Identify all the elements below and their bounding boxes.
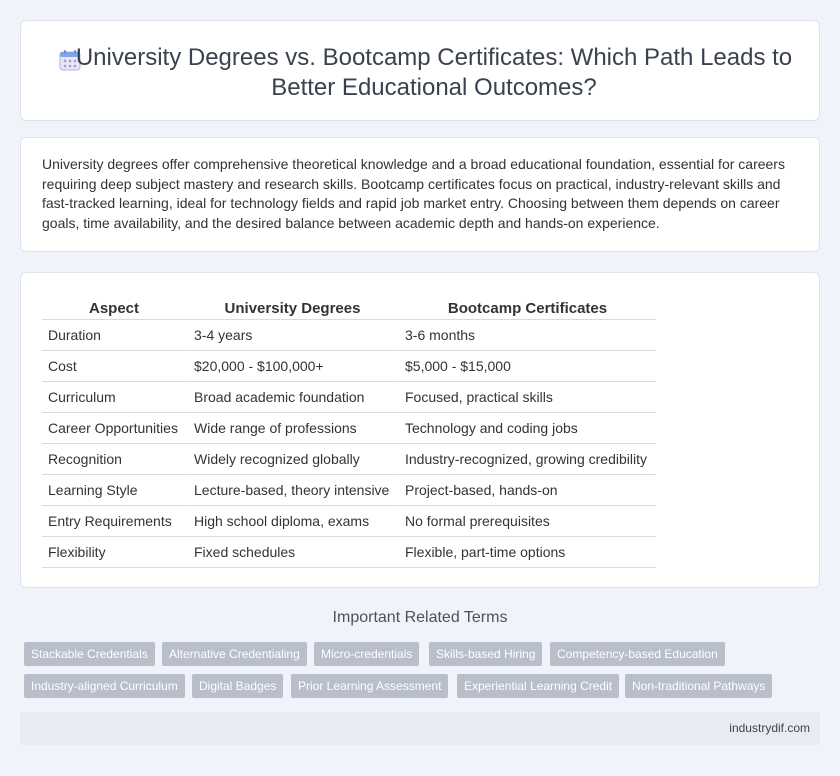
comparison-card: Aspect University Degrees Bootcamp Certi…: [20, 272, 820, 588]
table-cell-university: Broad academic foundation: [186, 382, 397, 413]
page-title: University Degrees vs. Bootcamp Certific…: [75, 44, 793, 101]
column-header-bootcamp: Bootcamp Certificates: [397, 295, 656, 320]
term-tag[interactable]: Prior Learning Assessment: [291, 674, 449, 698]
table-cell-bootcamp: Project-based, hands-on: [397, 475, 656, 506]
table-row: Cost $20,000 - $100,000+ $5,000 - $15,00…: [42, 351, 656, 382]
table-cell-bootcamp: No formal prerequisites: [397, 506, 656, 537]
column-header-aspect: Aspect: [42, 295, 186, 320]
table-cell-aspect: Duration: [42, 320, 186, 351]
intro-paragraph: University degrees offer comprehensive t…: [42, 156, 785, 231]
table-cell-bootcamp: $5,000 - $15,000: [397, 351, 656, 382]
table-cell-bootcamp: Focused, practical skills: [397, 382, 656, 413]
table-cell-university: $20,000 - $100,000+: [186, 351, 397, 382]
table-cell-aspect: Curriculum: [42, 382, 186, 413]
table-header-row: Aspect University Degrees Bootcamp Certi…: [42, 295, 656, 320]
table-row: Duration 3-4 years 3-6 months: [42, 320, 656, 351]
table-cell-aspect: Recognition: [42, 444, 186, 475]
term-tag[interactable]: Stackable Credentials: [24, 642, 155, 666]
footer: industrydif.com: [20, 712, 820, 745]
table-row: Flexibility Fixed schedules Flexible, pa…: [42, 537, 656, 568]
column-header-university: University Degrees: [186, 295, 397, 320]
table-cell-bootcamp: 3-6 months: [397, 320, 656, 351]
table-cell-aspect: Learning Style: [42, 475, 186, 506]
table-row: Career Opportunities Wide range of profe…: [42, 413, 656, 444]
table-cell-aspect: Flexibility: [42, 537, 186, 568]
table-cell-bootcamp: Technology and coding jobs: [397, 413, 656, 444]
comparison-table: Aspect University Degrees Bootcamp Certi…: [42, 295, 656, 568]
table-cell-university: Lecture-based, theory intensive: [186, 475, 397, 506]
table-row: Curriculum Broad academic foundation Foc…: [42, 382, 656, 413]
term-tag[interactable]: Alternative Credentialing: [162, 642, 307, 666]
term-tag[interactable]: Industry-aligned Curriculum: [24, 674, 185, 698]
intro-card: University degrees offer comprehensive t…: [20, 137, 820, 252]
related-terms-heading: Important Related Terms: [332, 609, 508, 626]
term-tag[interactable]: Competency-based Education: [550, 642, 725, 666]
table-row: Learning Style Lecture-based, theory int…: [42, 475, 656, 506]
table-row: Recognition Widely recognized globally I…: [42, 444, 656, 475]
table-cell-university: 3-4 years: [186, 320, 397, 351]
term-tag[interactable]: Non-traditional Pathways: [625, 674, 773, 698]
table-cell-aspect: Entry Requirements: [42, 506, 186, 537]
table-row: Entry Requirements High school diploma, …: [42, 506, 656, 537]
table-cell-bootcamp: Flexible, part-time options: [397, 537, 656, 568]
title-card: University Degrees vs. Bootcamp Certific…: [20, 20, 820, 121]
term-tag[interactable]: Digital Badges: [192, 674, 284, 698]
table-cell-university: Wide range of professions: [186, 413, 397, 444]
term-tag[interactable]: Skills-based Hiring: [429, 642, 543, 666]
table-cell-bootcamp: Industry-recognized, growing credibility: [397, 444, 656, 475]
footer-site-link[interactable]: industrydif.com: [729, 721, 810, 735]
term-tag[interactable]: Micro-credentials: [314, 642, 420, 666]
table-cell-aspect: Career Opportunities: [42, 413, 186, 444]
table-cell-university: Fixed schedules: [186, 537, 397, 568]
term-tag[interactable]: Experiential Learning Credit: [457, 674, 620, 698]
table-cell-university: Widely recognized globally: [186, 444, 397, 475]
table-cell-university: High school diploma, exams: [186, 506, 397, 537]
table-cell-aspect: Cost: [42, 351, 186, 382]
